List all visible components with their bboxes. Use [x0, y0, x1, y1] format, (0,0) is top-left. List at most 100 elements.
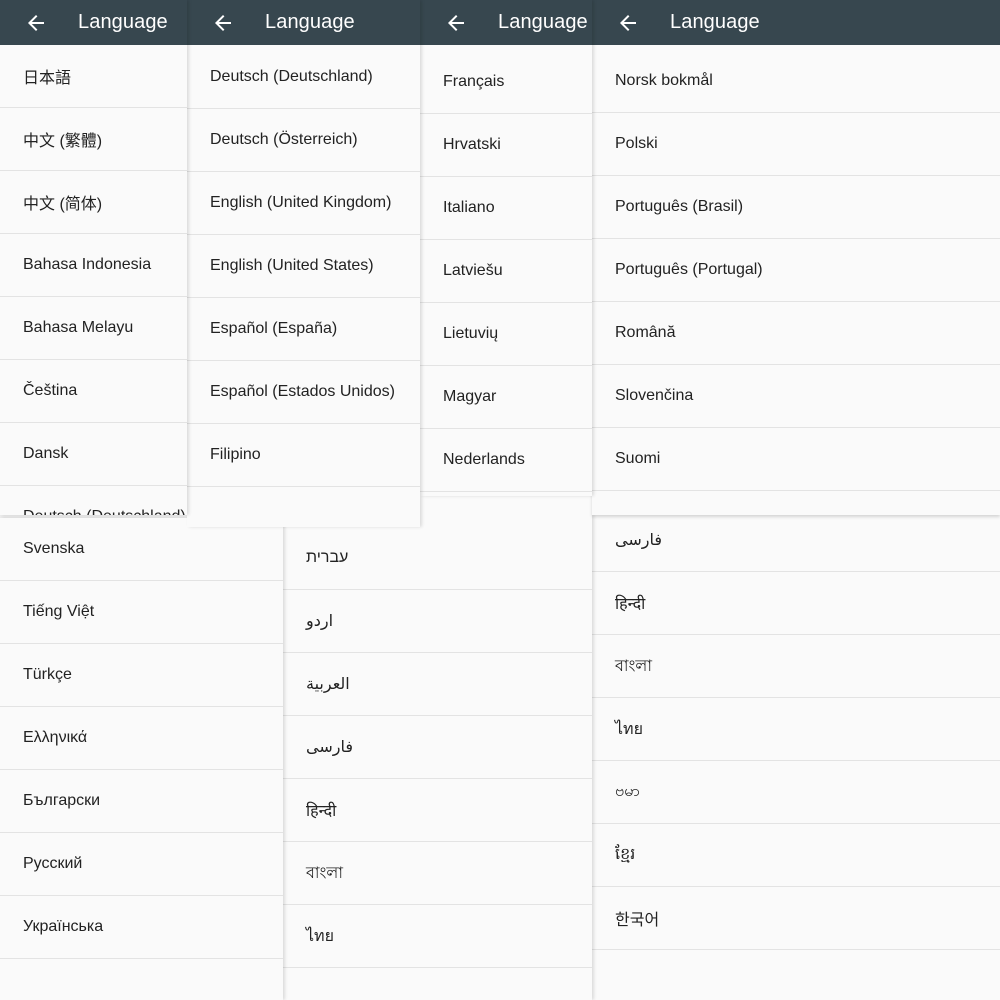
language-list-item[interactable]: हिन्दी — [592, 572, 1000, 635]
language-list-item[interactable]: Português (Brasil) — [592, 176, 1000, 239]
language-list-item[interactable]: Svenska — [0, 518, 283, 581]
app-bar: Language — [592, 0, 1000, 45]
language-list-item[interactable]: Español (España) — [187, 298, 420, 361]
panel-top-1: Language 日本語 中文 (繁體) 中文 (简体) Bahasa Indones… — [0, 0, 187, 515]
language-list-item[interactable]: 中文 (简体) — [0, 171, 187, 234]
language-list-item[interactable]: Українська — [0, 896, 283, 959]
language-list-item[interactable]: 中文 (繁體) — [0, 108, 187, 171]
language-label: ไทย — [615, 720, 643, 738]
language-label: ဗမာ — [615, 783, 640, 800]
language-label: Português (Portugal) — [615, 261, 763, 278]
language-list-item[interactable]: Polski — [592, 113, 1000, 176]
language-list-item[interactable]: Bahasa Indonesia — [0, 234, 187, 297]
language-label: Suomi — [615, 450, 661, 467]
language-label: Hrvatski — [443, 136, 501, 153]
language-list-item[interactable]: Hrvatski — [420, 114, 592, 177]
language-label: Español (Estados Unidos) — [210, 383, 395, 400]
language-label: Bahasa Melayu — [23, 319, 134, 336]
language-label: বাংলা — [615, 657, 652, 675]
language-list-item[interactable]: English (United States) — [187, 235, 420, 298]
language-label: 中文 (繁體) — [23, 133, 103, 150]
language-list-item[interactable]: Deutsch (Deutschland) — [187, 46, 420, 109]
language-list-item[interactable]: فارسی — [283, 716, 592, 779]
language-label: Français — [443, 73, 505, 90]
app-bar: Language — [420, 0, 592, 45]
app-bar: Language — [187, 0, 420, 45]
language-label: Latviešu — [443, 262, 503, 279]
language-list-item[interactable]: ไทย — [592, 698, 1000, 761]
language-label: हिन्दी — [615, 596, 646, 613]
language-list-item[interactable]: 日本語 — [0, 45, 187, 108]
language-label: فارسی — [306, 739, 353, 756]
language-label: اردو — [306, 613, 334, 630]
language-list-item[interactable]: Français — [420, 51, 592, 114]
language-label: Русский — [23, 855, 83, 872]
language-label: Slovenčina — [615, 387, 694, 404]
language-label: ไทย — [306, 927, 334, 945]
language-list-item[interactable]: Deutsch (Deutschland) — [0, 486, 187, 515]
language-label: Bahasa Indonesia — [23, 256, 152, 273]
language-label: বাংলা — [306, 864, 343, 882]
language-list-item[interactable]: Bahasa Melayu — [0, 297, 187, 360]
language-list-item[interactable]: Magyar — [420, 366, 592, 429]
language-label: Dansk — [23, 445, 69, 462]
language-list-item[interactable]: ไทย — [283, 905, 592, 968]
language-list-item[interactable]: العربية — [283, 653, 592, 716]
arrow-left-icon[interactable] — [616, 11, 640, 35]
language-list-item[interactable]: Български — [0, 770, 283, 833]
language-list-item[interactable]: Nederlands — [420, 429, 592, 492]
language-list-item[interactable]: 한국어 — [592, 887, 1000, 950]
language-label: 中文 (简体) — [23, 196, 103, 213]
arrow-left-icon[interactable] — [444, 11, 468, 35]
language-list-item[interactable]: עברית — [283, 527, 592, 590]
language-label: العربية — [306, 676, 350, 693]
panel-bottom-2: עברית اردو العربية فارسی हिन्दी বাংলা ไทย — [283, 480, 592, 1000]
language-list-item[interactable]: বাংলা — [283, 842, 592, 905]
language-list-item[interactable]: Suomi — [592, 428, 1000, 491]
language-label: Deutsch (Deutschland) — [23, 508, 186, 515]
language-list-item[interactable]: Dansk — [0, 423, 187, 486]
language-list-item[interactable]: বাংলা — [592, 635, 1000, 698]
language-label: עברית — [306, 549, 349, 566]
language-list-item[interactable]: English (United Kingdom) — [187, 172, 420, 235]
language-list-item[interactable]: Русский — [0, 833, 283, 896]
language-label: Nederlands — [443, 451, 525, 468]
language-screens-collage: العربية فارسی हिन्दी বাংলা ไทย ဗမာ ខ្មែរ 한국어 עב… — [0, 0, 1000, 1000]
language-list: 日本語中文 (繁體) 中文 (简体) Bahasa Indonesia Bahasa … — [0, 45, 187, 515]
app-bar-title: Language — [498, 11, 588, 33]
language-list-item[interactable]: Lietuvių — [420, 303, 592, 366]
language-list-item[interactable]: فارسی — [592, 509, 1000, 572]
language-list-item[interactable]: ខ្មែរ — [592, 824, 1000, 887]
language-list-item[interactable]: Tiếng Việt — [0, 581, 283, 644]
language-label: Tiếng Việt — [23, 603, 95, 620]
language-list-item[interactable]: Türkçe — [0, 644, 283, 707]
panel-top-3: Language Français Hrvatski Italiano Latvieš… — [420, 0, 592, 496]
language-list-item[interactable]: Latviešu — [420, 240, 592, 303]
language-label: Norsk bokmål — [615, 72, 713, 89]
language-label: 한국어 — [615, 912, 660, 929]
language-list-item[interactable]: اردو — [283, 590, 592, 653]
language-list-item[interactable]: Română — [592, 302, 1000, 365]
language-list: العربيةفارسیहिन्दीবাংলাไทยဗမာខ្មែរ한국어 — [592, 480, 1000, 950]
app-bar-title: Language — [670, 11, 760, 33]
language-list-item[interactable]: ဗမာ — [592, 761, 1000, 824]
language-label: Türkçe — [23, 666, 72, 683]
language-list-item[interactable]: Čeština — [0, 360, 187, 423]
language-label: Filipino — [210, 446, 261, 463]
language-list-item[interactable]: Filipino — [187, 424, 420, 487]
language-list-item[interactable]: Slovenčina — [592, 365, 1000, 428]
language-label: Română — [615, 324, 676, 341]
language-list: Svenska Tiếng Việt Türkçe Ελληνικά Български… — [0, 518, 283, 959]
language-list-item[interactable]: हिन्दी — [283, 779, 592, 842]
language-list-item[interactable]: Italiano — [420, 177, 592, 240]
language-list-item[interactable]: Ελληνικά — [0, 707, 283, 770]
language-list-item[interactable]: Norsk bokmål — [592, 50, 1000, 113]
language-label: Español (España) — [210, 320, 338, 337]
language-list-item[interactable]: Português (Portugal) — [592, 239, 1000, 302]
language-label: Polski — [615, 135, 658, 152]
language-label: English (United Kingdom) — [210, 194, 392, 211]
language-list-item[interactable]: Deutsch (Österreich) — [187, 109, 420, 172]
language-list-item[interactable]: Español (Estados Unidos) — [187, 361, 420, 424]
arrow-left-icon[interactable] — [24, 11, 48, 35]
arrow-left-icon[interactable] — [211, 11, 235, 35]
